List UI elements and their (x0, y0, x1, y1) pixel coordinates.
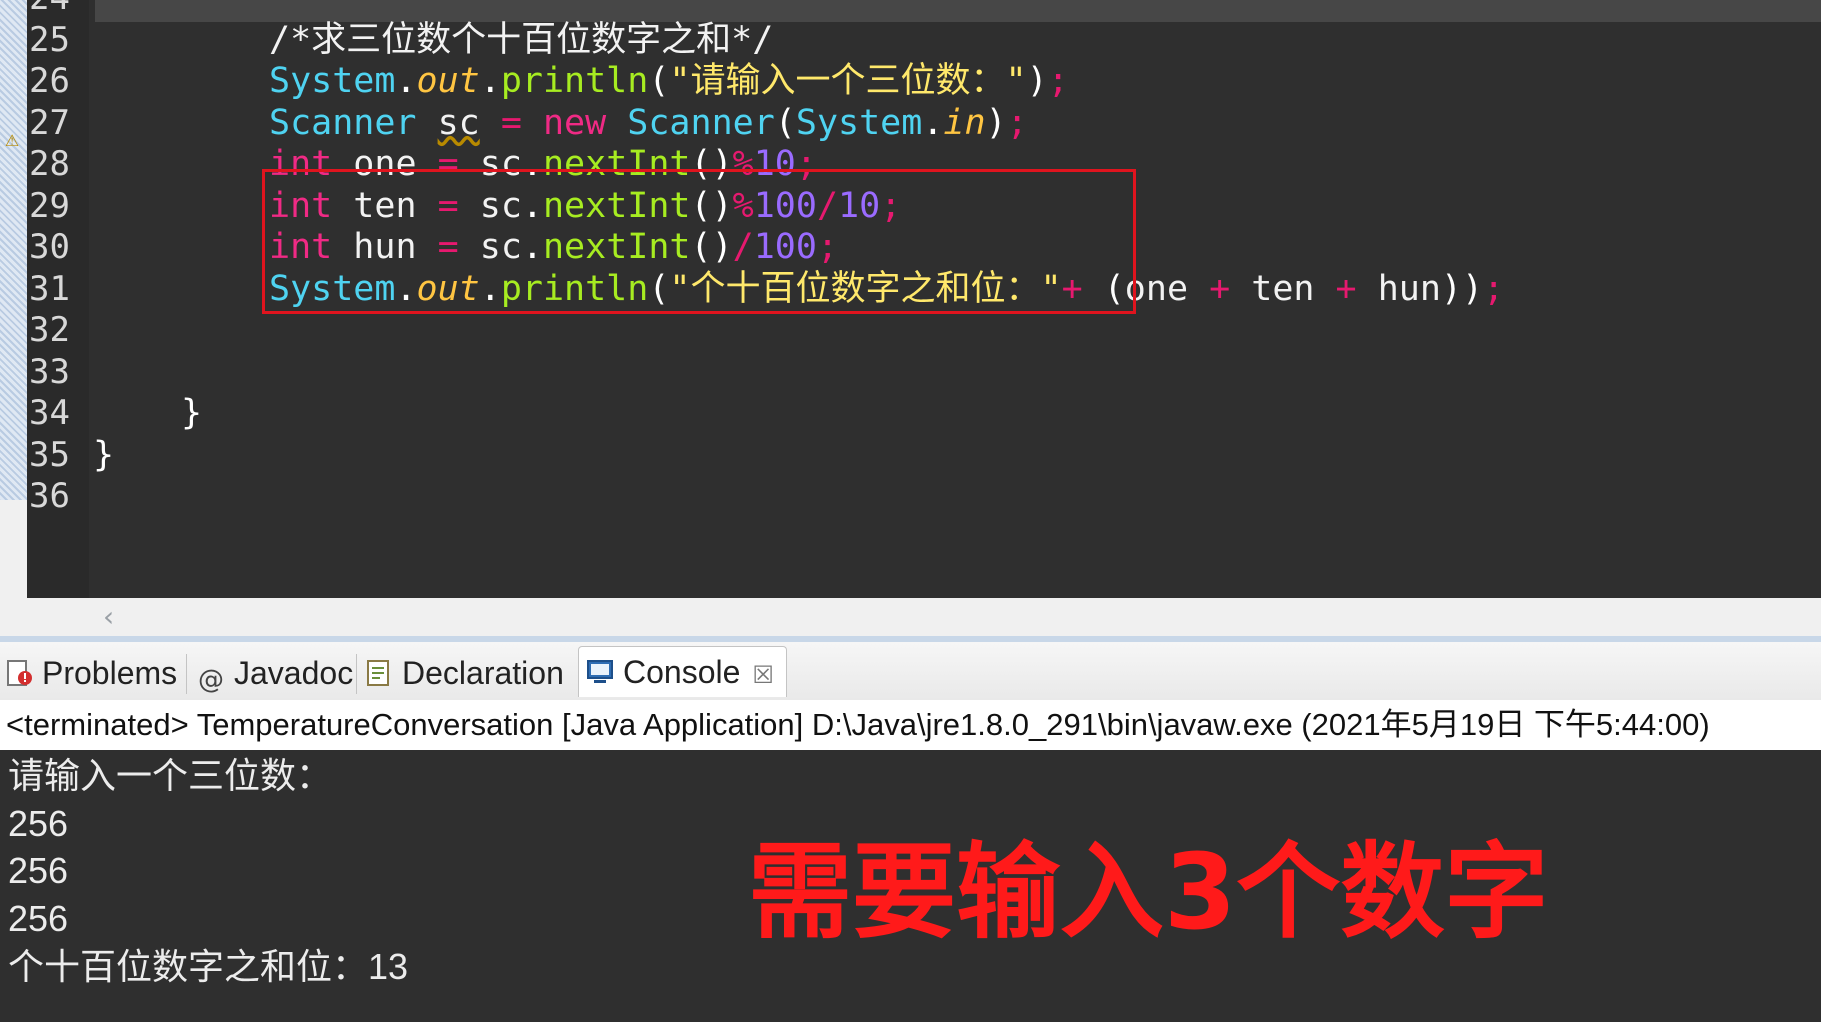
paren-token: ( (648, 61, 670, 101)
tab-declaration[interactable]: Declaration (364, 648, 564, 698)
paren-token: ( (774, 103, 796, 143)
method-token: println (500, 61, 649, 101)
dot-token: . (922, 103, 944, 143)
variable-token: sc (437, 103, 480, 143)
console-icon (587, 660, 613, 683)
console-launch-info: <terminated> TemperatureConversation [Ja… (0, 700, 1821, 750)
overview-ruler: ⚠ (0, 0, 27, 598)
line-number: 28 (29, 144, 70, 184)
scroll-left-icon[interactable]: ‹ (103, 600, 114, 633)
console-output-area[interactable]: 请输入一个三位数： 256 256 256 个十百位数字之和位：13 需要输入3… (0, 750, 1821, 1022)
tab-problems[interactable]: Problems (4, 648, 177, 698)
declaration-icon (367, 660, 389, 686)
dot-token: . (395, 61, 417, 101)
class-token: System (795, 103, 923, 143)
red-annotation-text: 需要输入3个数字 (748, 831, 1549, 953)
code-line-26[interactable]: System.out.println("请输入一个三位数："); (269, 57, 1069, 105)
operator-token: + (1209, 269, 1231, 309)
keyword-token: new (542, 103, 607, 143)
console-output-line: 256 (8, 803, 69, 844)
console-output-line: 256 (8, 898, 69, 939)
class-token: Scanner (627, 103, 775, 143)
line-number-gutter: 24 25 26 27 28 29 30 31 32 33 34 35 36 (27, 0, 89, 598)
line-number: 34 (29, 393, 70, 433)
console-output-line: 256 (8, 850, 69, 891)
class-token: System (269, 61, 396, 101)
string-token: "请输入一个三位数：" (669, 61, 1027, 101)
semicolon-token: ; (1483, 269, 1505, 309)
brace-token: } (181, 393, 203, 433)
code-editor[interactable]: ⚠ 24 25 26 27 28 29 30 31 32 33 34 35 36… (0, 0, 1821, 598)
tab-console[interactable]: Console ☒ (578, 646, 787, 697)
tab-label: Problems (42, 655, 178, 691)
operator-token: + (1335, 269, 1357, 309)
class-token: Scanner (269, 103, 417, 143)
line-number: 32 (29, 310, 70, 350)
brace-token: } (93, 435, 115, 475)
horizontal-scrollbar[interactable]: ‹ (89, 598, 1821, 636)
tab-label: Console (623, 654, 741, 690)
tab-label: Declaration (402, 655, 564, 691)
scrollbar-corner (0, 598, 89, 636)
line-number: 26 (29, 61, 70, 101)
paren-token: ) (985, 103, 1007, 143)
close-icon[interactable]: ☒ (752, 662, 774, 689)
field-token: in (943, 103, 986, 143)
paren-token: )) (1440, 269, 1484, 309)
console-output-line: 个十百位数字之和位：13 (8, 946, 409, 987)
at-icon: @ (198, 665, 224, 695)
code-line-35[interactable]: } (93, 431, 114, 479)
problems-icon (7, 660, 32, 686)
semicolon-token: ; (1006, 103, 1028, 143)
line-number: 36 (29, 476, 70, 516)
warning-lightbulb-icon[interactable]: ⚠ (3, 132, 21, 150)
code-comment: /*求三位数个十百位数字之和*/ (269, 20, 774, 60)
paren-token: ) (1026, 61, 1048, 101)
variable-token: ten (1251, 269, 1315, 309)
console-output-line: 请输入一个三位数： (8, 755, 333, 796)
dot-token: . (479, 61, 501, 101)
operator-token: = (500, 103, 522, 143)
code-line-34[interactable]: } (181, 389, 202, 437)
line-number: 30 (29, 227, 70, 267)
view-tab-bar: Problems @ Javadoc Declaration Console ☒ (0, 642, 1821, 701)
red-highlight-box (262, 169, 1136, 314)
tab-javadoc[interactable]: @ Javadoc (196, 648, 353, 698)
tab-label: Javadoc (234, 655, 354, 691)
field-token: out (416, 61, 480, 101)
semicolon-token: ; (1047, 61, 1069, 101)
variable-token: hun (1377, 269, 1441, 309)
